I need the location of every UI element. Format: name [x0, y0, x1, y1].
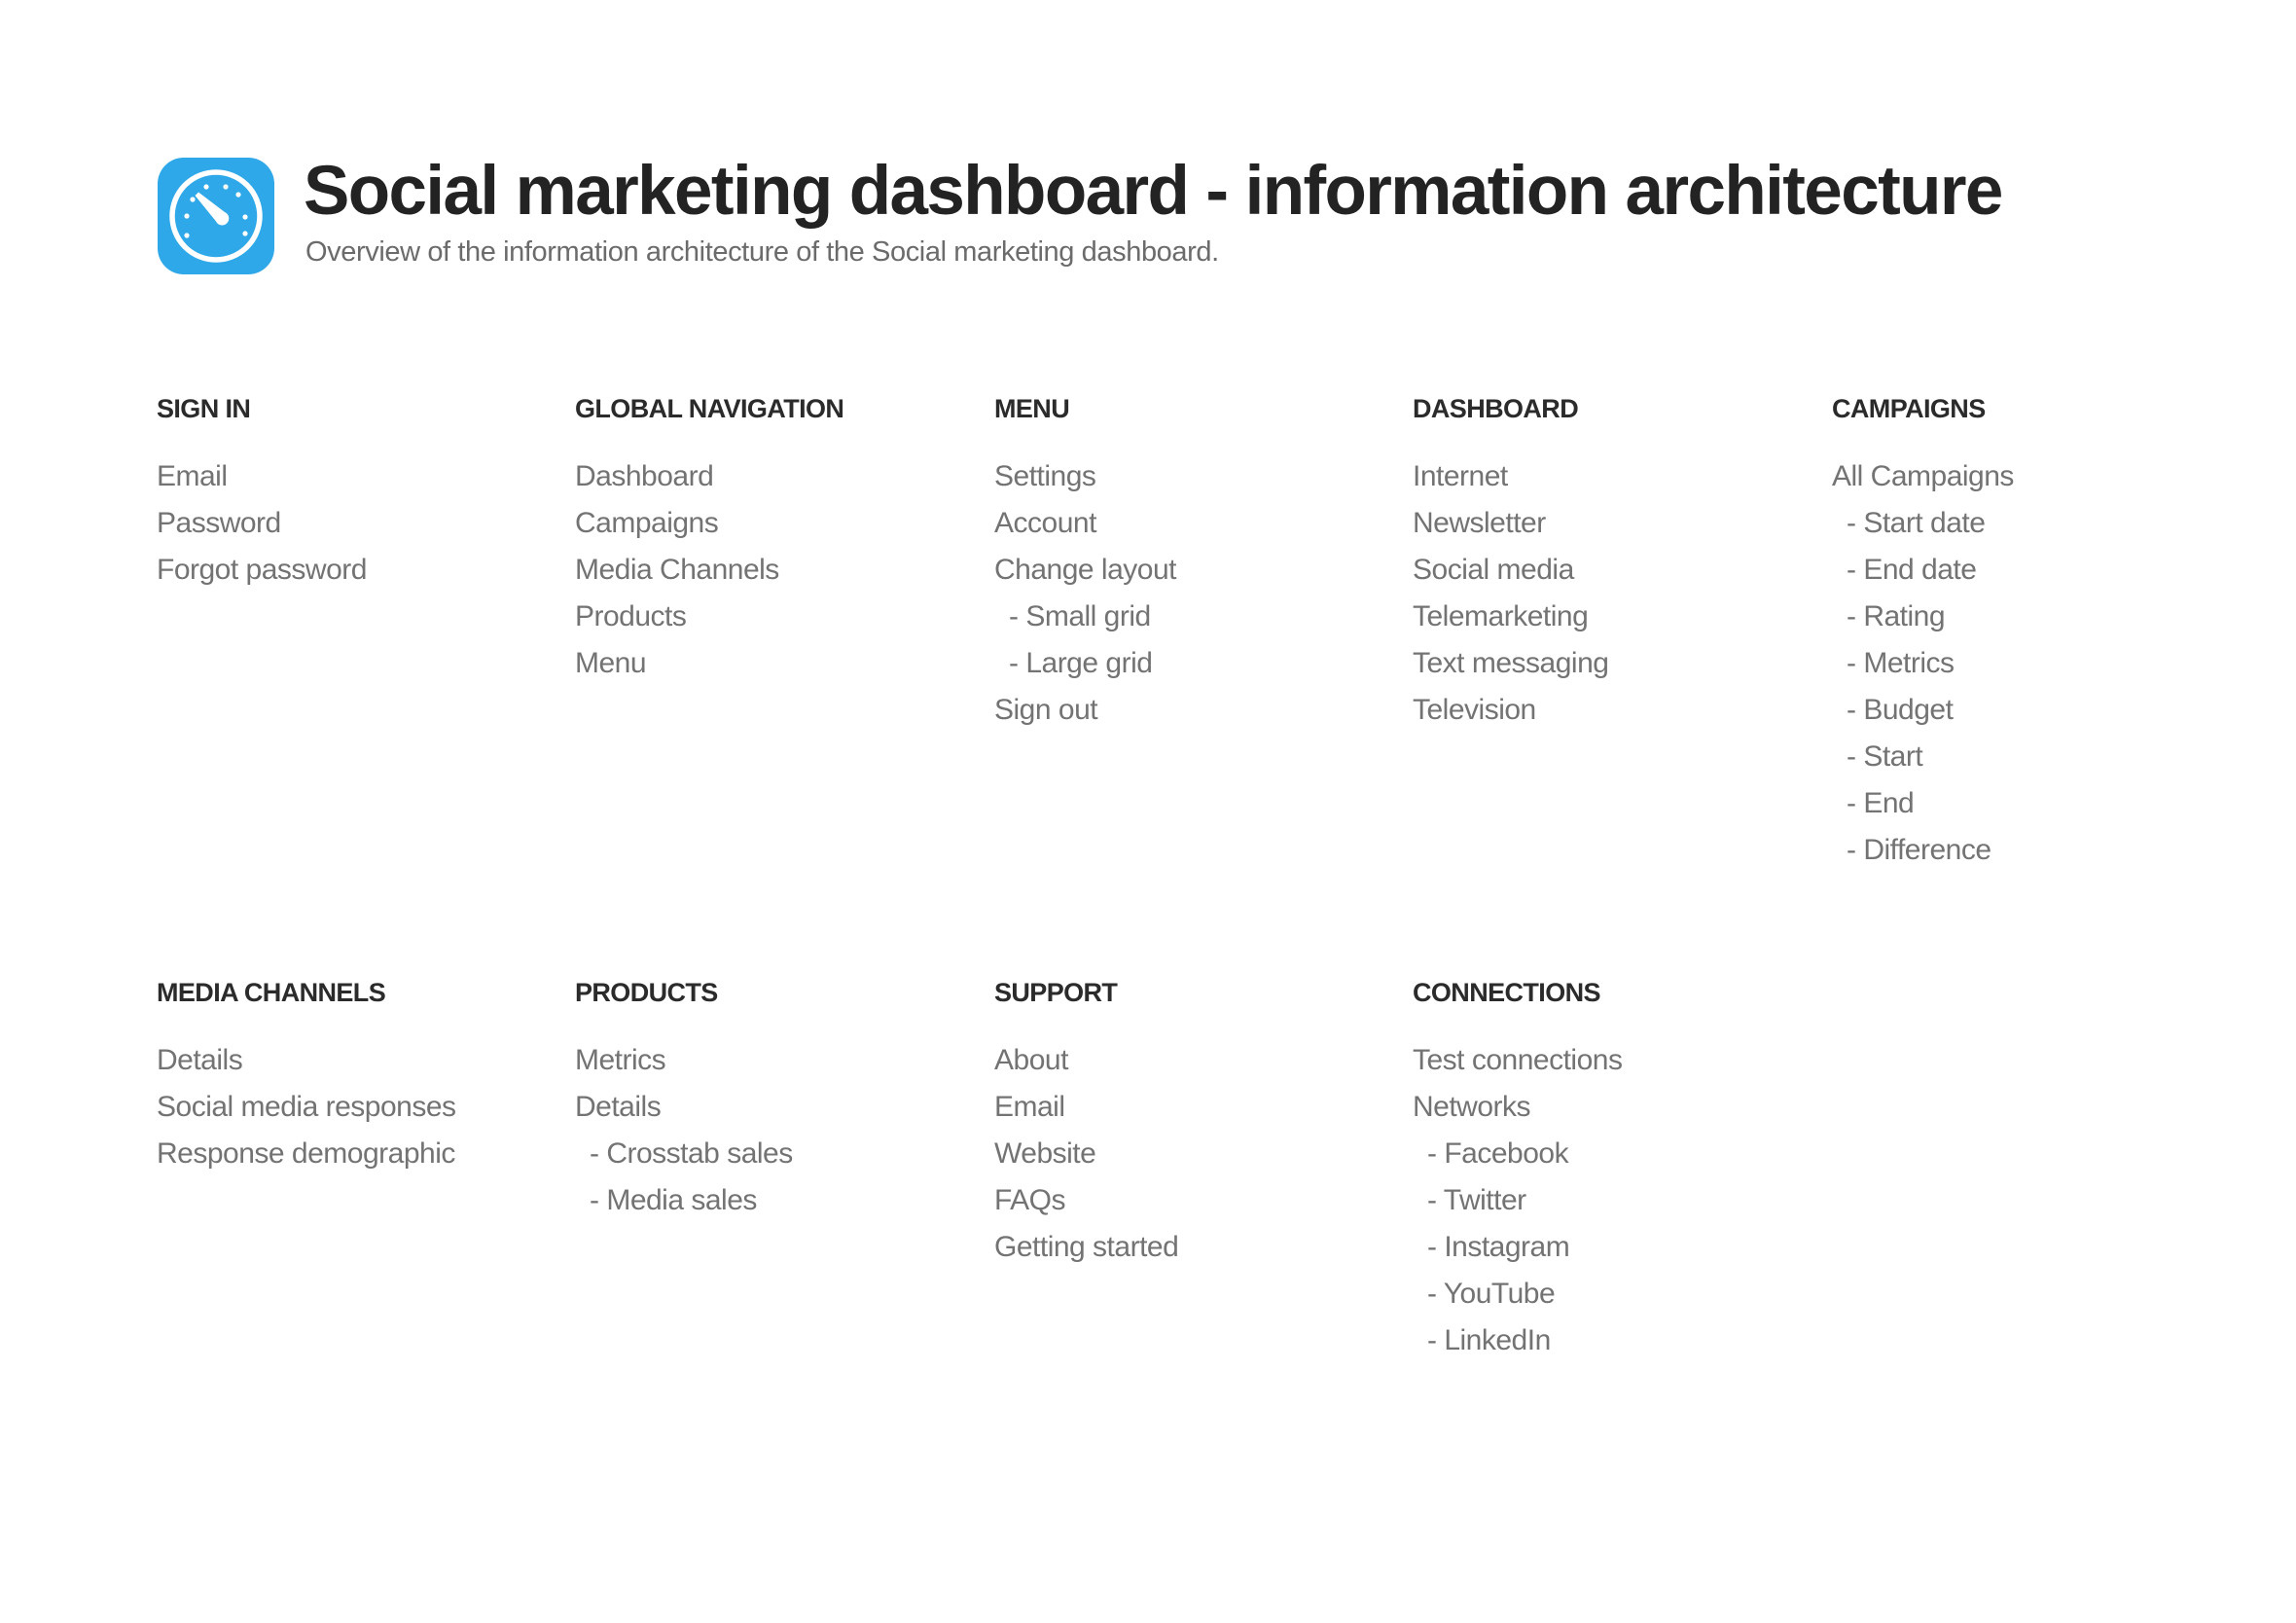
list-item: Menu — [575, 647, 647, 679]
list-item: Telemarketing — [1413, 600, 1589, 632]
list-item: Password — [157, 507, 281, 539]
list-subitem: - LinkedIn — [1427, 1324, 1551, 1356]
list-item: About — [994, 1044, 1068, 1076]
list-subitem: - Small grid — [1009, 600, 1151, 632]
section-list: Details Social media responses Response … — [157, 1037, 565, 1177]
list-item: Website — [994, 1137, 1096, 1170]
list-subitem: - End — [1847, 787, 1915, 819]
list-item: Products — [575, 600, 687, 632]
section-list: About Email Website FAQs Getting started — [994, 1037, 1403, 1271]
list-item: Campaigns — [575, 507, 719, 539]
page-title: Social marketing dashboard - information… — [304, 153, 2003, 230]
list-subitem: - Large grid — [1009, 647, 1153, 679]
section-list: Email Password Forgot password — [157, 453, 565, 594]
list-subitem: - Media sales — [590, 1184, 757, 1216]
list-item: Newsletter — [1413, 507, 1546, 539]
list-item: Email — [994, 1091, 1065, 1123]
list-subitem: - Rating — [1847, 600, 1946, 632]
section-list: Internet Newsletter Social media Telemar… — [1413, 453, 1821, 734]
section-dashboard: DASHBOARD Internet Newsletter Social med… — [1413, 393, 1821, 734]
section-heading: PRODUCTS — [575, 978, 718, 1007]
section-sign-in: SIGN IN Email Password Forgot password — [157, 393, 565, 594]
section-heading: SUPPORT — [994, 978, 1118, 1007]
list-item: Media Channels — [575, 554, 779, 586]
app-icon — [158, 158, 274, 274]
list-item: Details — [575, 1091, 662, 1123]
list-subitem: - Budget — [1847, 694, 1954, 726]
list-subitem: - Start — [1847, 740, 1923, 773]
section-list: Metrics Details - Crosstab sales - Media… — [575, 1037, 984, 1224]
section-list: Settings Account Change layout - Small g… — [994, 453, 1403, 734]
section-heading: CONNECTIONS — [1413, 978, 1601, 1007]
list-item: Getting started — [994, 1231, 1179, 1263]
section-heading: DASHBOARD — [1413, 394, 1579, 423]
section-heading: MEDIA CHANNELS — [157, 978, 386, 1007]
section-list: Test connections Networks - Facebook - T… — [1413, 1037, 1821, 1364]
list-item: All Campaigns — [1832, 460, 2014, 492]
list-subitem: - End date — [1847, 554, 1977, 586]
list-item: Sign out — [994, 694, 1098, 726]
list-item: FAQs — [994, 1184, 1066, 1216]
list-item: Dashboard — [575, 460, 714, 492]
list-item: Metrics — [575, 1044, 666, 1076]
list-item: Television — [1413, 694, 1536, 726]
list-item: Social media responses — [157, 1091, 456, 1123]
section-products: PRODUCTS Metrics Details - Crosstab sale… — [575, 977, 984, 1224]
section-list: Dashboard Campaigns Media Channels Produ… — [575, 453, 984, 687]
list-subitem: - Instagram — [1427, 1231, 1570, 1263]
page-subtitle: Overview of the information architecture… — [305, 236, 1219, 268]
section-heading: CAMPAIGNS — [1832, 394, 1986, 423]
list-item: Email — [157, 460, 228, 492]
section-connections: CONNECTIONS Test connections Networks - … — [1413, 977, 1821, 1364]
list-subitem: - Twitter — [1427, 1184, 1526, 1216]
list-item: Change layout — [994, 554, 1176, 586]
list-item: Details — [157, 1044, 243, 1076]
list-item: Internet — [1413, 460, 1508, 492]
speedometer-gauge-icon — [169, 169, 263, 263]
list-item: Forgot password — [157, 554, 367, 586]
list-item: Test connections — [1413, 1044, 1623, 1076]
list-subitem: - Metrics — [1847, 647, 1955, 679]
list-item: Response demographic — [157, 1137, 455, 1170]
section-menu: MENU Settings Account Change layout - Sm… — [994, 393, 1403, 734]
list-item: Networks — [1413, 1091, 1531, 1123]
section-heading: GLOBAL NAVIGATION — [575, 394, 844, 423]
list-subitem: - YouTube — [1427, 1278, 1556, 1310]
section-heading: SIGN IN — [157, 394, 251, 423]
list-subitem: - Start date — [1847, 507, 1986, 539]
list-item: Text messaging — [1413, 647, 1609, 679]
section-support: SUPPORT About Email Website FAQs Getting… — [994, 977, 1403, 1271]
section-global-navigation: GLOBAL NAVIGATION Dashboard Campaigns Me… — [575, 393, 984, 687]
section-heading: MENU — [994, 394, 1070, 423]
list-subitem: - Crosstab sales — [590, 1137, 793, 1170]
list-item: Account — [994, 507, 1096, 539]
list-item: Social media — [1413, 554, 1574, 586]
section-media-channels: MEDIA CHANNELS Details Social media resp… — [157, 977, 565, 1177]
section-list: All Campaigns - Start date - End date - … — [1832, 453, 2241, 874]
list-subitem: - Facebook — [1427, 1137, 1569, 1170]
section-campaigns: CAMPAIGNS All Campaigns - Start date - E… — [1832, 393, 2241, 874]
list-subitem: - Difference — [1847, 834, 1991, 866]
list-item: Settings — [994, 460, 1096, 492]
